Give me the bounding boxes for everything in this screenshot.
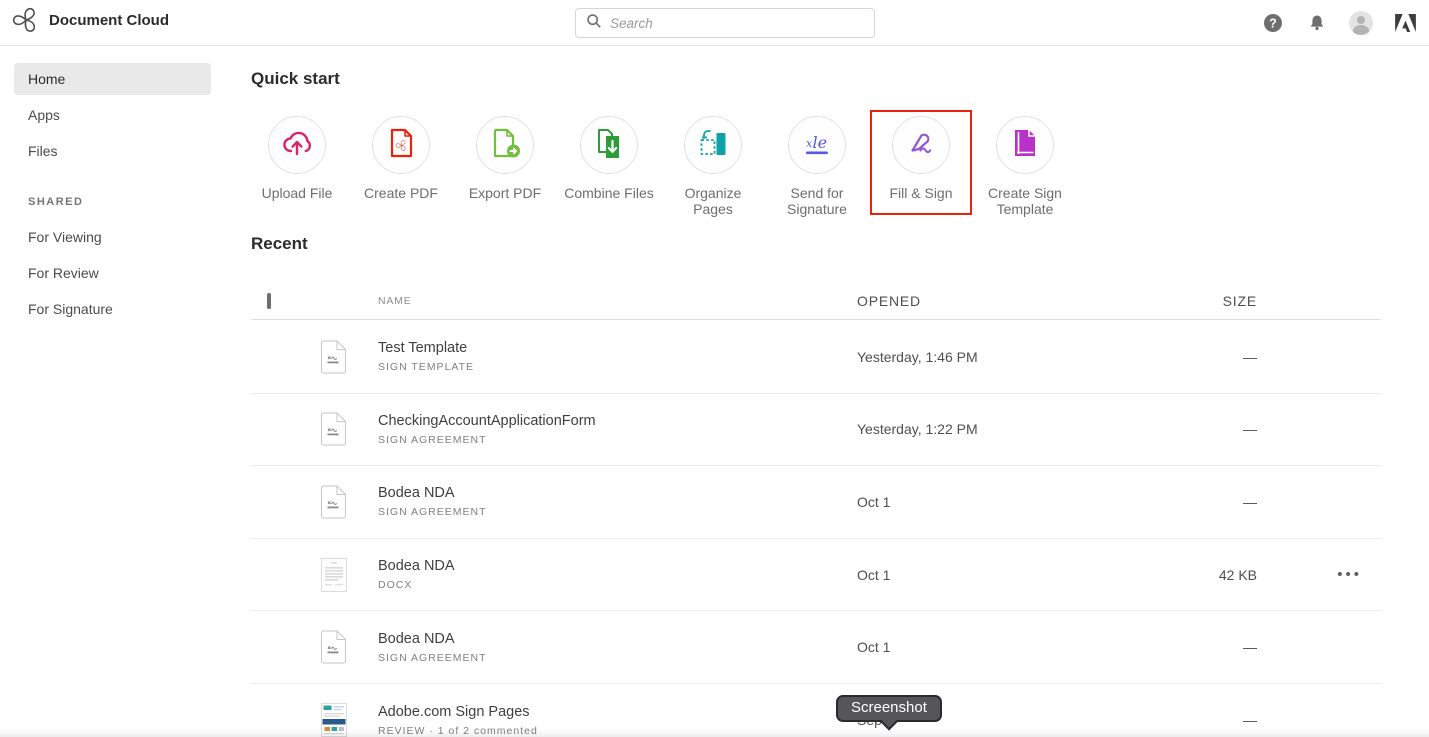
acrobat-logo-icon: [12, 6, 40, 34]
quick-action-label: Upload File: [261, 185, 333, 201]
file-type: SIGN AGREEMENT: [378, 506, 487, 519]
file-size: —: [1243, 493, 1257, 510]
file-size: —: [1243, 421, 1257, 438]
file-opened: Yesterday, 1:22 PM: [857, 421, 978, 438]
table-row[interactable]: Bodea NDA SIGN AGREEMENT Oct 1 —: [251, 611, 1381, 684]
sign-agreement-file-icon: [321, 485, 378, 519]
file-name: Adobe.com Sign Pages: [378, 703, 530, 720]
file-opened: Oct 1: [857, 639, 891, 656]
search-box[interactable]: [575, 8, 875, 38]
file-type: REVIEW · 1 of 2 commented: [378, 724, 538, 737]
create-pdf-icon: [383, 125, 419, 166]
file-opened: Oct 1: [857, 566, 891, 583]
recent-table: Test Template SIGN TEMPLATE Yesterday, 1…: [251, 321, 1381, 737]
svg-text:le: le: [813, 133, 828, 152]
file-type: SIGN TEMPLATE: [378, 361, 475, 374]
file-name: CheckingAccountApplicationForm: [378, 412, 596, 429]
sidebar: Home Apps Files SHARED For Viewing For R…: [0, 46, 225, 737]
table-row[interactable]: Adobe.com Sign Pages REVIEW · 1 of 2 com…: [251, 684, 1381, 737]
file-type: SIGN AGREEMENT: [378, 433, 487, 446]
send-signature-icon: x le: [799, 125, 835, 166]
quick-action-create-pdf[interactable]: Create PDF: [349, 110, 453, 217]
search-input[interactable]: [610, 15, 864, 31]
sidebar-item-for-signature[interactable]: For Signature: [14, 293, 211, 325]
main-content: Quick start Upload File Create PDF Expor…: [251, 46, 1381, 737]
table-row[interactable]: Bodea NDA DOCX Oct 1 42 KB •••: [251, 539, 1381, 612]
more-options-icon[interactable]: •••: [1337, 566, 1362, 583]
search-icon: [586, 13, 602, 34]
quick-action-label: Send for Signature: [787, 185, 847, 217]
quick-action-label: Fill & Sign: [889, 185, 953, 201]
file-type: DOCX: [378, 579, 413, 592]
organize-pages-icon: [695, 125, 731, 166]
top-bar: Document Cloud ?: [0, 0, 1429, 46]
sign-template-icon: [1007, 125, 1043, 166]
column-header-name: NAME: [378, 294, 412, 307]
file-size: 42 KB: [1218, 566, 1257, 583]
select-all-checkbox[interactable]: [267, 292, 271, 309]
sidebar-item-for-viewing[interactable]: For Viewing: [14, 221, 211, 253]
sign-agreement-file-icon: [321, 340, 378, 374]
quick-action-upload-file[interactable]: Upload File: [245, 110, 349, 217]
file-name: Bodea NDA: [378, 558, 455, 575]
file-size: —: [1243, 639, 1257, 656]
web-thumbnail-icon: [321, 703, 378, 737]
sidebar-item-files[interactable]: Files: [14, 135, 211, 167]
combine-files-icon: [591, 125, 627, 166]
table-row[interactable]: CheckingAccountApplicationForm SIGN AGRE…: [251, 394, 1381, 467]
column-header-opened: OPENED: [857, 292, 921, 309]
top-right-icons: ?: [1261, 0, 1417, 46]
upload-cloud-icon: [279, 125, 315, 166]
document-cloud-page: Document Cloud ?: [0, 0, 1429, 737]
screenshot-tooltip: Screenshot: [836, 695, 942, 731]
table-row[interactable]: Test Template SIGN TEMPLATE Yesterday, 1…: [251, 321, 1381, 394]
sign-agreement-file-icon: [321, 630, 378, 664]
quick-action-combine-files[interactable]: Combine Files: [557, 110, 661, 217]
notifications-bell-icon[interactable]: [1305, 11, 1329, 35]
table-row[interactable]: Bodea NDA SIGN AGREEMENT Oct 1 —: [251, 466, 1381, 539]
sidebar-item-apps[interactable]: Apps: [14, 99, 211, 131]
file-name: Test Template: [378, 340, 468, 357]
column-header-size: SIZE: [1222, 292, 1257, 309]
adobe-logo-icon[interactable]: [1393, 11, 1417, 35]
export-pdf-icon: [487, 125, 523, 166]
quick-action-export-pdf[interactable]: Export PDF: [453, 110, 557, 217]
sidebar-section-shared: SHARED: [28, 196, 84, 208]
file-name: Bodea NDA: [378, 485, 455, 502]
quick-start-title: Quick start: [251, 69, 340, 88]
fill-sign-icon: [903, 125, 939, 166]
quick-action-fill-and-sign[interactable]: Fill & Sign: [869, 110, 973, 217]
sign-agreement-file-icon: [321, 412, 378, 446]
file-opened: Oct 1: [857, 493, 891, 510]
quick-action-send-for-signature[interactable]: x le Send for Signature: [765, 110, 869, 217]
quick-action-create-sign-template[interactable]: Create Sign Template: [973, 110, 1077, 217]
file-opened: Yesterday, 1:46 PM: [857, 348, 978, 365]
sidebar-item-for-review[interactable]: For Review: [14, 257, 211, 289]
brand: Document Cloud: [12, 6, 169, 34]
quick-action-label: Create PDF: [364, 185, 438, 201]
quick-action-label: Combine Files: [564, 185, 654, 201]
quick-action-label: Export PDF: [468, 185, 542, 201]
user-avatar[interactable]: [1349, 11, 1373, 35]
quick-action-organize-pages[interactable]: Organize Pages: [661, 110, 765, 217]
recent-table-header: NAME OPENED SIZE: [251, 282, 1381, 320]
sidebar-item-home[interactable]: Home: [14, 63, 211, 95]
svg-text:?: ?: [1269, 16, 1277, 30]
file-type: SIGN AGREEMENT: [378, 651, 487, 664]
help-icon[interactable]: ?: [1261, 11, 1285, 35]
app-title: Document Cloud: [49, 11, 169, 29]
recent-title: Recent: [251, 234, 308, 253]
file-size: —: [1243, 348, 1257, 365]
quick-action-label: Create Sign Template: [988, 185, 1062, 217]
docx-thumbnail-icon: [321, 557, 378, 592]
quick-action-label: Organize Pages: [684, 185, 742, 217]
file-name: Bodea NDA: [378, 630, 455, 647]
file-size: —: [1243, 712, 1257, 729]
quick-start-actions: Upload File Create PDF Export PDF Combin…: [245, 110, 1077, 217]
